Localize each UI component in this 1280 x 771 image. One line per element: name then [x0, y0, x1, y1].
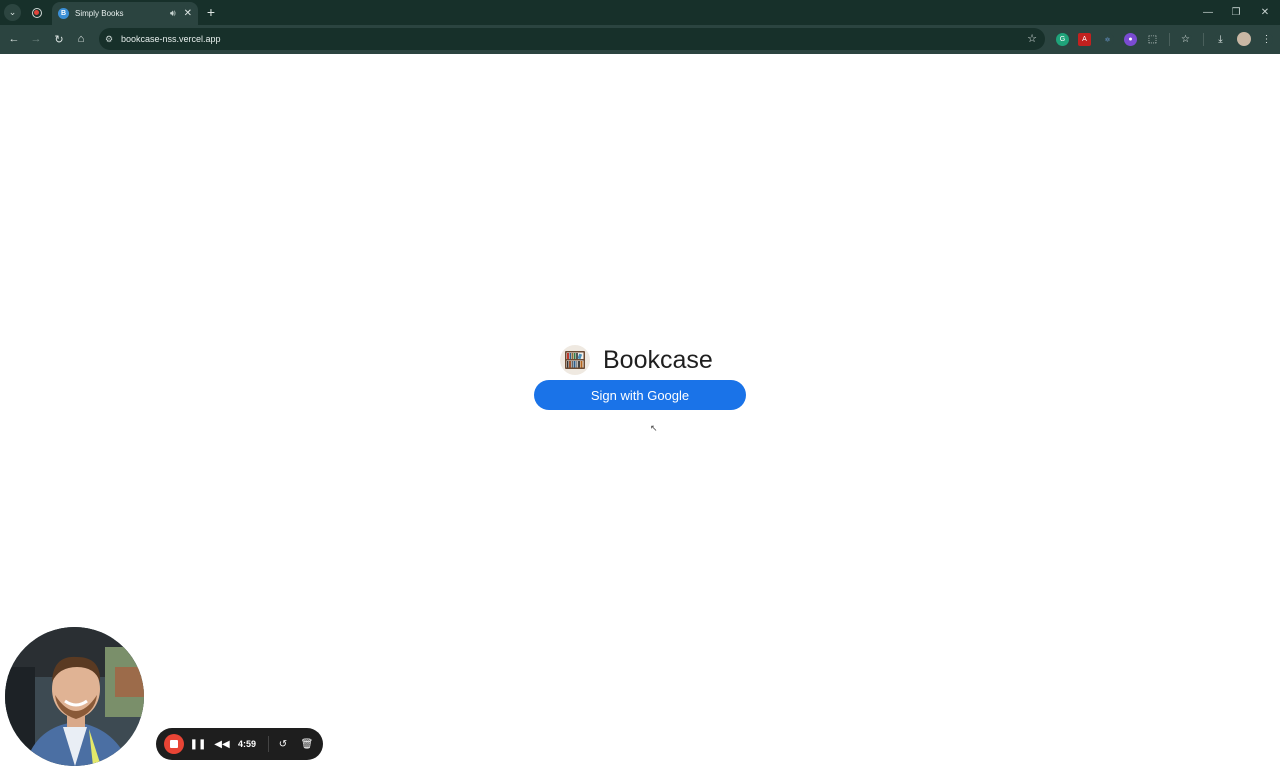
kebab-menu-icon[interactable]: ⋮: [1260, 33, 1273, 46]
brand: Bookcase: [560, 342, 713, 378]
recorder-divider: [268, 736, 269, 752]
bookshelf-logo-icon: [560, 345, 590, 375]
toolbar-divider: [1203, 33, 1204, 46]
page-content: Bookcase Sign with Google ↖: [0, 54, 1280, 771]
trash-icon[interactable]: 🗑︎: [297, 739, 317, 750]
rewind-icon[interactable]: ◀◀: [212, 739, 232, 750]
profile-avatar[interactable]: [1237, 32, 1251, 46]
home-icon[interactable]: ⌂: [72, 30, 90, 48]
bookmark-star-icon[interactable]: ☆: [1027, 32, 1037, 45]
forward-arrow-icon[interactable]: →: [27, 30, 45, 48]
recording-indicator-icon[interactable]: [29, 5, 44, 20]
window-close-icon[interactable]: ✕: [1255, 3, 1275, 21]
brand-title: Bookcase: [603, 345, 713, 374]
pause-icon[interactable]: ❚❚: [188, 739, 208, 750]
webcam-preview[interactable]: [5, 627, 144, 766]
grammarly-icon[interactable]: G: [1056, 33, 1069, 46]
bookmarks-icon[interactable]: ☆: [1179, 33, 1192, 46]
pdf-icon[interactable]: A: [1078, 33, 1091, 46]
mouse-cursor-icon: ↖: [650, 423, 658, 433]
browser-toolbar: ← → ↻ ⌂ ⚙ bookcase-nss.vercel.app ☆ G A …: [0, 25, 1280, 54]
toolbar-divider: [1169, 33, 1170, 46]
recording-time: 4:59: [238, 739, 257, 749]
puzzle-icon[interactable]: ⬚: [1146, 33, 1159, 46]
speaker-icon[interactable]: 🔊︎: [170, 8, 176, 19]
minimize-icon[interactable]: —: [1198, 3, 1218, 21]
plus-icon[interactable]: +: [203, 4, 219, 20]
url-text[interactable]: bookcase-nss.vercel.app: [121, 34, 221, 44]
tab-favicon-icon: B: [58, 8, 69, 19]
site-info-icon[interactable]: ⚙: [105, 34, 119, 45]
tab-title: Simply Books: [75, 9, 124, 18]
restore-icon[interactable]: ❐: [1226, 3, 1246, 21]
restart-icon[interactable]: ↺: [273, 739, 293, 750]
address-bar[interactable]: ⚙ bookcase-nss.vercel.app ☆: [99, 28, 1045, 50]
close-icon[interactable]: ✕: [184, 8, 192, 19]
extension-purple-icon[interactable]: ●: [1124, 33, 1137, 46]
react-devtools-icon[interactable]: ⚛: [1101, 33, 1114, 46]
recorder-controls: ❚❚ ◀◀ 4:59 ↺ 🗑︎: [156, 728, 323, 760]
sign-in-google-button[interactable]: Sign with Google: [534, 380, 746, 410]
download-icon[interactable]: ⤓: [1214, 33, 1227, 46]
stop-icon[interactable]: [164, 734, 184, 754]
webcam-person-image: [5, 627, 144, 766]
tab-simply-books[interactable]: B Simply Books 🔊︎ ✕: [52, 2, 198, 25]
back-arrow-icon[interactable]: ←: [5, 30, 23, 48]
tab-strip: ⌄ B Simply Books 🔊︎ ✕ + — ❐ ✕: [0, 0, 1280, 25]
reload-icon[interactable]: ↻: [50, 30, 68, 48]
chevron-down-icon[interactable]: ⌄: [4, 4, 21, 21]
